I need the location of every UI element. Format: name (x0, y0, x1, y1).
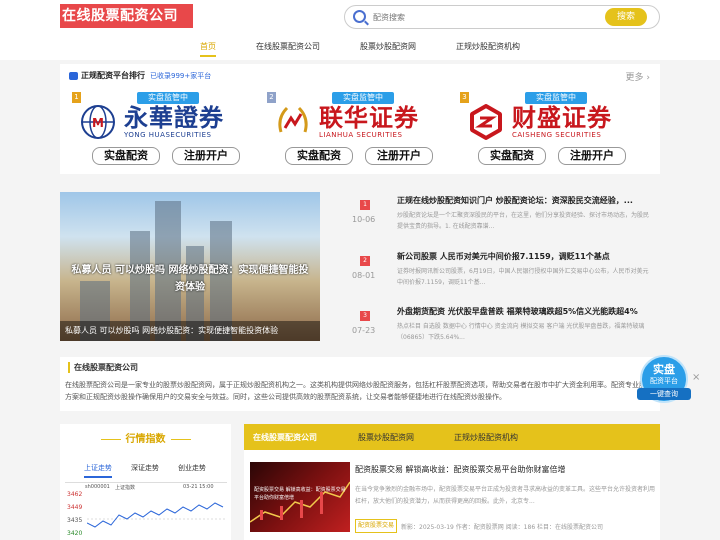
ranking-card-3[interactable]: 3 实盘监管中 财盛证券 CAISHENG SECURITIES 实盘配资 注册… (458, 92, 638, 168)
market-title: 行情指数 (60, 430, 231, 445)
brand-logo-lianhua: 联华证券 LIANHUA SECURITIES (275, 104, 445, 140)
brand-en: YONG HUASECURITIES (124, 131, 212, 139)
tab-regular-institutions[interactable]: 正规炒股配资机构 (454, 432, 518, 443)
hexagon-icon (470, 104, 502, 140)
article-meta: 新影：2025-03-19 作者：配资股票网 阅读：186 栏目：在线股票配资公… (401, 524, 604, 531)
nav-home[interactable]: 首页 (200, 41, 216, 57)
brand-en: CAISHENG SECURITIES (512, 131, 602, 139)
y-label: 3420 (67, 530, 83, 537)
news-title[interactable]: 新公司股票 人民币对美元中间价报7.1159，调贬11个基点 (397, 251, 657, 262)
brand-logo-caisheng: 财盛证券 CAISHENG SECURITIES (468, 104, 638, 140)
nav-stock-allocation[interactable]: 股票炒股配资网 (360, 41, 416, 52)
ranking-count: 已收录999+家平台 (150, 72, 212, 80)
register-button[interactable]: 注册开户 (558, 147, 626, 165)
article-thumbnail[interactable]: 配资股票交易 解锁高收益：配资股票交易平台助你财富倍增 (250, 462, 350, 532)
news-rank: 3 (360, 311, 370, 321)
search-input[interactable] (373, 9, 613, 25)
hero-banner[interactable]: 私募人员 可以炒股吗 网络炒股配资：实现便捷智能投资体验 私募人员 可以炒股吗 … (60, 192, 320, 341)
news-item[interactable]: 2 08-01 新公司股票 人民币对美元中间价报7.1159，调贬11个基点 证… (340, 248, 660, 300)
rank-number: 3 (460, 92, 469, 103)
news-rank: 2 (360, 256, 370, 266)
chart-code: sh000001 (85, 484, 110, 490)
tab-shanghai[interactable]: 上证走势 (84, 463, 112, 478)
article-title[interactable]: 配资股票交易 解锁高收益：配资股票交易平台助你财富倍增 (355, 464, 566, 475)
rank-number: 2 (267, 92, 276, 103)
news-rank: 1 (360, 200, 370, 210)
news-item[interactable]: 3 07-23 外盘期货配资 光伏股早盘普跌 福莱特玻璃跌超5%信义光能跌超4%… (340, 303, 660, 355)
trade-button[interactable]: 实盘配资 (92, 147, 160, 165)
market-index-panel: 行情指数 上证走势 深证走势 创业走势 sh000001 上证指数 03-21 … (60, 424, 231, 540)
ranking-icon (69, 71, 78, 80)
site-logo[interactable]: 在线股票配资公司 (60, 4, 193, 28)
supervision-badge: 实盘监管中 (525, 92, 587, 104)
brand-name: 联华证券 (319, 104, 419, 132)
supervision-badge: 实盘监管中 (137, 92, 199, 104)
trade-button[interactable]: 实盘配资 (478, 147, 546, 165)
float-line1: 实盘 (653, 363, 675, 376)
brand-name: 永華證券 (124, 104, 224, 132)
news-summary: 热点栏目 自选股 数据中心 行情中心 资金流向 模拟交易 客户端 光伏股早盘普跌… (397, 323, 645, 341)
main-nav: 首页 在线股票配资公司 股票炒股配资网 正规炒股配资机构 (0, 35, 720, 60)
category-tabs: 在线股票配资公司 股票炒股配资网 正规炒股配资机构 (244, 424, 660, 450)
float-query-button[interactable]: 一键查询 (637, 388, 691, 400)
tab-shenzhen[interactable]: 深证走势 (131, 463, 159, 473)
news-summary: 炒股配资论坛是一个汇聚资深股民的平台，在这里，他们分享投资经验、探讨市场动态，为… (397, 212, 650, 230)
top-bar: 在线股票配资公司 搜索 (0, 0, 720, 35)
search-box: 搜索 (344, 5, 660, 29)
y-label: 3435 (67, 517, 83, 524)
tab-stock-allocation[interactable]: 股票炒股配资网 (358, 432, 414, 443)
tab-online-allocation[interactable]: 在线股票配资公司 (253, 432, 317, 443)
ranking-card-1[interactable]: 1 实盘监管中 M 永華證券 YONG HUASECURITIES 实盘配资 注… (70, 92, 250, 168)
nav-online-allocation[interactable]: 在线股票配资公司 (256, 41, 320, 52)
trade-button[interactable]: 实盘配资 (285, 147, 353, 165)
brand-name: 财盛证券 (512, 104, 612, 132)
news-date: 07-23 (352, 326, 376, 335)
news-date: 08-01 (352, 271, 376, 280)
brand-en: LIANHUA SECURITIES (319, 131, 403, 139)
tab-chinext[interactable]: 创业走势 (178, 463, 206, 473)
more-link[interactable]: 更多 › (626, 70, 650, 83)
close-icon[interactable]: × (692, 372, 700, 383)
register-button[interactable]: 注册开户 (172, 147, 240, 165)
news-title[interactable]: 正规在线炒股配资知识门户 炒股配资论坛：资深股民交流经验，... (397, 195, 657, 206)
y-label: 3462 (67, 491, 83, 498)
search-button[interactable]: 搜索 (605, 8, 647, 26)
category-news-panel: 在线股票配资公司 股票炒股配资网 正规炒股配资机构 配资股票交易 解锁高收益：配… (244, 424, 660, 540)
globe-icon: M (81, 105, 115, 139)
article-summary: 在当今竞争激烈的金融市场中，配资股票交易平台正成为投资者寻求高收益的变革工具。这… (355, 486, 655, 505)
about-text: 在线股票配资公司是一家专业的股票炒股配资网，属于正规炒股配资机构之一。这类机构提… (65, 381, 653, 401)
news-item[interactable]: 1 10-06 正规在线炒股配资知识门户 炒股配资论坛：资深股民交流经验，...… (340, 192, 660, 244)
hero-title[interactable]: 私募人员 可以炒股吗 网络炒股配资：实现便捷智能投资体验 (68, 262, 312, 296)
about-section: 在线股票配资公司 在线股票配资公司是一家专业的股票炒股配资网，属于正规炒股配资机… (60, 357, 660, 411)
wreath-icon (278, 106, 308, 133)
about-title: 在线股票配资公司 (68, 362, 138, 373)
nav-regular-institutions[interactable]: 正规炒股配资机构 (456, 41, 520, 52)
float-query-widget[interactable]: 实盘 配资平台 一键查询 (637, 355, 691, 403)
float-line2: 配资平台 (650, 377, 678, 385)
ranking-title: 正规配资平台排行 (81, 71, 145, 80)
svg-text:M: M (92, 116, 104, 130)
supervision-badge: 实盘监管中 (332, 92, 394, 104)
rank-number: 1 (72, 92, 81, 103)
ranking-card-2[interactable]: 2 实盘监管中 联华证券 LIANHUA SECURITIES 实盘配资 注册开… (265, 92, 445, 168)
news-summary: 证券时报网讯新公司股票，6月19日，中国人民银行授权中国外汇交易中心公布，人民币… (397, 268, 649, 286)
index-chart: sh000001 上证指数 03-21 15:00 3462 3449 3435… (65, 482, 227, 540)
y-label: 3449 (67, 504, 83, 511)
news-title[interactable]: 外盘期货配资 光伏股早盘普跌 福莱特玻璃跌超5%信义光能跌超4% (397, 306, 657, 317)
news-date: 10-06 (352, 215, 376, 224)
article-tag[interactable]: 配资股票交易 (355, 519, 398, 533)
brand-logo-yonghua: M 永華證券 YONG HUASECURITIES (80, 104, 250, 140)
chart-name: 上证指数 (115, 485, 136, 491)
register-button[interactable]: 注册开户 (365, 147, 433, 165)
ranking-header: 正规配资平台排行 已收录999+家平台 (69, 70, 211, 81)
thumbnail-text: 配资股票交易 解锁高收益：配资股票交易平台助你财富倍增 (254, 487, 346, 501)
platform-ranking: 正规配资平台排行 已收录999+家平台 更多 › 1 实盘监管中 M 永華證券 Y… (60, 64, 660, 174)
chart-time: 03-21 15:00 (183, 484, 214, 490)
hero-caption: 私募人员 可以炒股吗 网络炒股配资：实现便捷智能投资体验 (60, 321, 320, 341)
index-line (87, 502, 225, 528)
search-icon (353, 10, 366, 23)
